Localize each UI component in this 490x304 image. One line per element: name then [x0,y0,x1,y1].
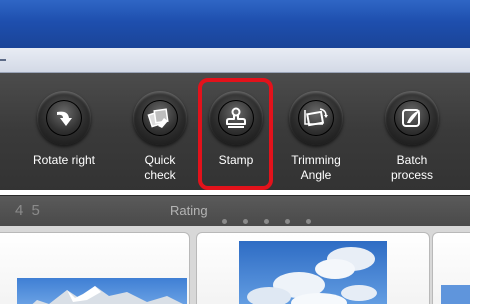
quick-check-button[interactable]: Quick check [120,73,200,190]
trimming-angle-label: Trimming Angle [291,153,341,182]
thumbnail-image [17,278,187,304]
batch-process-label: Batch process [390,153,434,182]
quick-check-icon [147,108,169,128]
menu-strip [0,48,470,73]
rating-star-1[interactable] [222,219,227,224]
rating-star-5[interactable] [306,219,312,224]
rotate-right-button-bezel [37,91,91,145]
rating-star-4[interactable] [285,219,291,224]
trimming-angle-icon [304,108,328,127]
rating-star-2[interactable] [243,219,249,224]
thumbnail-image [239,241,387,304]
menu-grip [0,59,6,61]
rotate-right-label: Rotate right [32,153,96,167]
batch-process-button[interactable]: Batch process [372,73,452,190]
thumbnail-area [0,226,490,304]
quick-check-label: Quick check [144,153,176,182]
trimming-angle-button[interactable]: Trimming Angle [276,73,356,190]
rating-bar: 4 5 Rating [0,195,470,227]
title-bar [0,0,470,48]
batch-process-icon [402,109,420,127]
rating-star-3[interactable] [264,219,270,224]
rating-label: Rating [170,203,208,218]
rotate-right-icon [57,111,72,126]
window-right-margin [470,0,490,304]
thumbnail-cell[interactable] [0,232,190,304]
rating-numbers: 4 5 [15,202,42,219]
thumbnail-cell[interactable] [196,232,430,304]
stamp-highlight-frame [198,78,273,190]
batch-process-button-bezel [385,91,439,145]
app-window: Rotate right Quick check Stamp Trimming … [0,0,490,304]
trimming-angle-button-bezel [289,91,343,145]
rating-stars[interactable] [222,209,322,224]
rotate-right-button[interactable]: Rotate right [24,73,104,190]
quick-check-button-bezel [133,91,187,145]
